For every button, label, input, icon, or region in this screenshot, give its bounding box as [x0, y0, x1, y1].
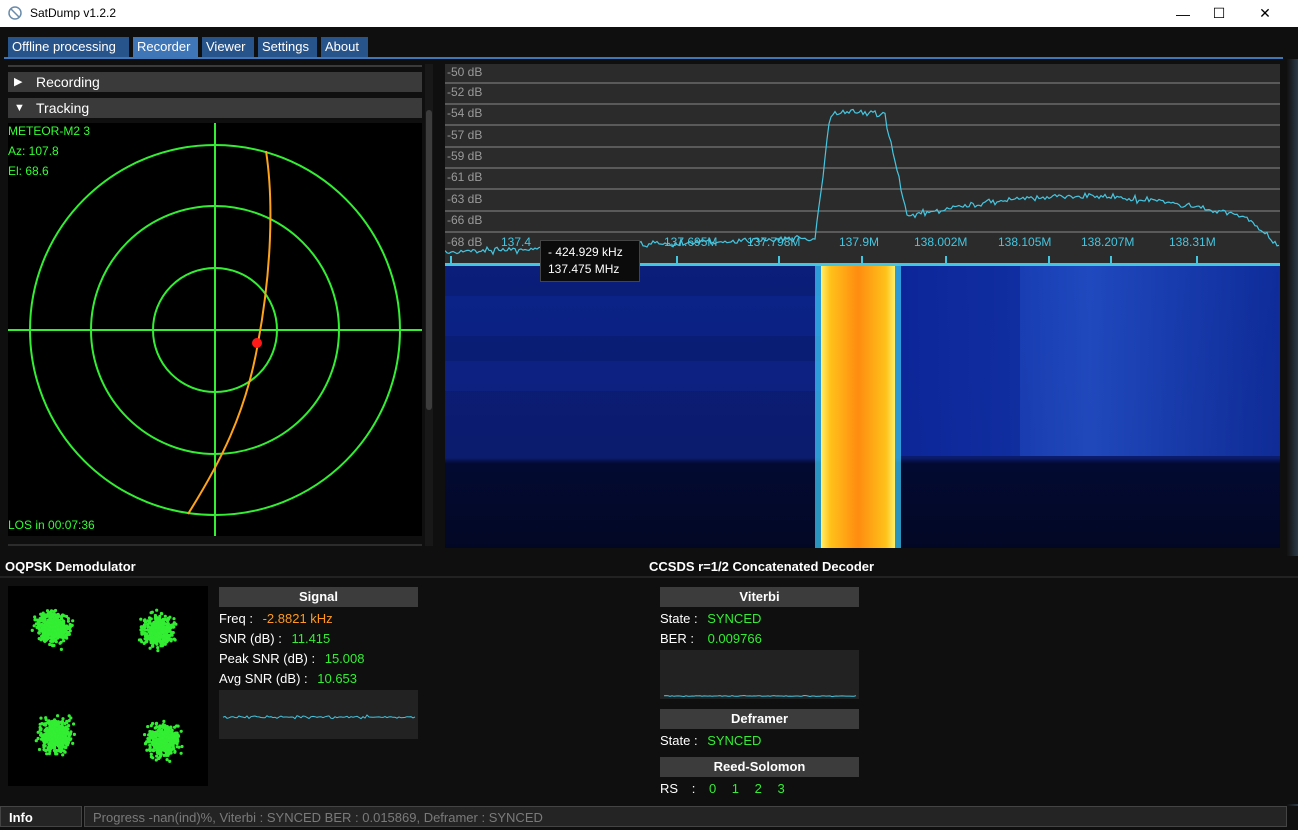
info-label: Info — [0, 806, 82, 827]
elevation-readout: El: 68.6 — [8, 164, 49, 178]
title-bar: SatDump v1.2.2 — ☐ ✕ — [0, 0, 1298, 27]
deframer-state-value: SYNCED — [707, 733, 762, 748]
section-divider — [0, 576, 1298, 578]
panel-divider — [8, 65, 422, 67]
freq-value: -2.8821 kHz — [262, 611, 333, 626]
recording-section-header[interactable]: ▶ Recording — [8, 72, 422, 92]
waterfall-display[interactable] — [445, 266, 1280, 548]
rs-value: 0 — [708, 781, 717, 796]
signal-header: Signal — [219, 587, 418, 607]
db-label: -59 dB — [447, 149, 483, 163]
peak-snr-label: Peak SNR (dB) : — [219, 651, 316, 666]
snr-value: 11.415 — [291, 631, 331, 646]
db-label: -63 dB — [447, 192, 483, 206]
panel-divider-bottom — [8, 544, 422, 546]
triangle-down-icon: ▼ — [14, 102, 25, 114]
tab-underline — [4, 57, 1283, 59]
fft-spectrum-plot[interactable]: -50 dB -52 dB -54 dB -57 dB -59 dB -61 d… — [444, 64, 1280, 264]
fft-svg — [444, 82, 1280, 264]
freq-tick-label: 137.9M — [839, 235, 880, 249]
tab-settings[interactable]: Settings — [258, 37, 317, 57]
deframer-state-label: State : — [660, 733, 698, 748]
satellite-position-dot — [252, 338, 262, 348]
constellation-svg — [30, 608, 184, 763]
db-label: -57 dB — [447, 128, 483, 142]
azimuth-readout: Az: 107.8 — [8, 144, 59, 158]
viterbi-state-value: SYNCED — [707, 611, 762, 626]
tooltip-frequency: 137.475 MHz — [548, 262, 620, 276]
waterfall-svg — [445, 266, 1280, 548]
decoder-title: CCSDS r=1/2 Concatenated Decoder — [649, 559, 875, 574]
ber-label: BER : — [660, 631, 694, 646]
recording-label: Recording — [36, 74, 100, 90]
tracking-section-header[interactable]: ▼ Tracking — [8, 98, 422, 118]
satellite-name: METEOR-M2 3 — [8, 124, 91, 138]
satdump-logo-icon — [8, 6, 22, 20]
tab-offline-processing[interactable]: Offline processing — [8, 37, 129, 57]
viterbi-header: Viterbi — [660, 587, 859, 607]
freq-tick-label: 137.798M — [747, 235, 801, 249]
freq-tick-label: 138.105M — [998, 235, 1052, 249]
rs-separator: : — [691, 781, 696, 796]
tab-about[interactable]: About — [321, 37, 368, 57]
scrollbar-thumb[interactable] — [426, 110, 432, 410]
constellation-plot — [8, 586, 208, 786]
avg-snr-label: Avg SNR (dB) : — [219, 671, 308, 686]
close-button[interactable]: ✕ — [1242, 0, 1288, 27]
db-label: -66 dB — [447, 213, 483, 227]
main-tab-bar: Offline processing Recorder Viewer Setti… — [0, 27, 1298, 59]
tooltip-offset: - 424.929 kHz — [548, 245, 623, 259]
satellite-track-path — [187, 150, 272, 515]
rs-value: 3 — [777, 781, 785, 796]
signal-band — [821, 266, 895, 548]
peak-snr-value: 15.008 — [324, 651, 365, 666]
deframer-header: Deframer — [660, 709, 859, 729]
snr-label: SNR (dB) : — [219, 631, 282, 646]
db-label: -52 dB — [447, 85, 483, 99]
db-label: -68 dB — [447, 235, 483, 249]
tracking-polar-plot: METEOR-M2 3 Az: 107.8 El: 68.6 LOS in 00… — [8, 123, 422, 536]
ber-value: 0.009766 — [707, 631, 762, 646]
avg-snr-value: 10.653 — [317, 671, 358, 686]
freq-tick-label: 138.31M — [1169, 235, 1216, 249]
maximize-button[interactable]: ☐ — [1196, 0, 1242, 27]
window-title: SatDump v1.2.2 — [30, 6, 117, 20]
rs-label: RS — [660, 781, 679, 796]
freq-tick-label: 137.4 — [501, 235, 532, 249]
reed-solomon-header: Reed-Solomon — [660, 757, 859, 777]
db-label: -54 dB — [447, 106, 483, 120]
rs-value: 1 — [731, 781, 740, 796]
tab-recorder[interactable]: Recorder — [133, 37, 198, 57]
snr-history-graph — [219, 690, 418, 739]
freq-label: Freq : — [219, 611, 253, 626]
db-label: -61 dB — [447, 170, 483, 184]
db-label: -50 dB — [447, 65, 483, 79]
rs-value: 2 — [754, 781, 762, 796]
tab-viewer[interactable]: Viewer — [202, 37, 254, 57]
polar-plot-svg — [8, 123, 422, 536]
frequency-tooltip: - 424.929 kHz 137.475 MHz — [540, 240, 640, 282]
demodulator-title: OQPSK Demodulator — [5, 559, 136, 574]
status-message: Progress -nan(ind)%, Viterbi : SYNCED BE… — [84, 806, 1287, 827]
freq-tick-label: 138.207M — [1081, 235, 1135, 249]
los-countdown: LOS in 00:07:36 — [8, 518, 95, 532]
freq-tick-label: 138.002M — [914, 235, 968, 249]
ber-history-graph — [660, 650, 859, 699]
viterbi-state-label: State : — [660, 611, 698, 626]
triangle-right-icon: ▶ — [14, 76, 23, 88]
freq-tick-label: 137.695M — [664, 235, 718, 249]
tracking-label: Tracking — [36, 100, 90, 116]
